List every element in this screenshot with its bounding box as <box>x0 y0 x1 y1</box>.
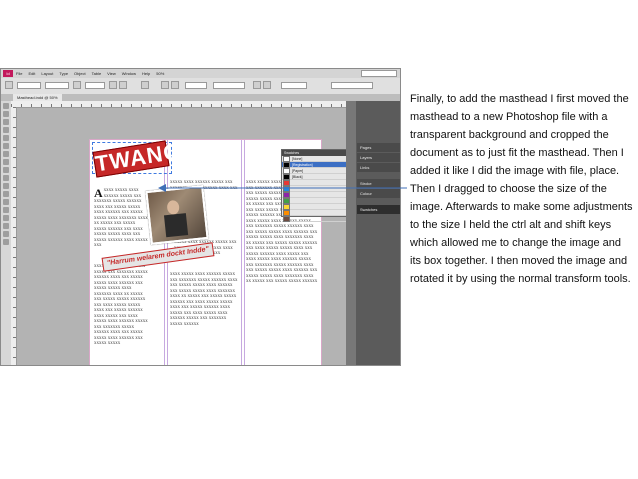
free-transform-tool-icon[interactable] <box>3 191 9 197</box>
flip-icon[interactable] <box>141 81 149 89</box>
person-body <box>163 213 189 238</box>
control-panel <box>1 78 400 95</box>
pencil-tool-icon[interactable] <box>3 159 9 165</box>
scale-field[interactable] <box>85 82 105 89</box>
selection-tool-icon[interactable] <box>3 103 9 109</box>
menu-object[interactable]: Object <box>74 71 86 76</box>
opacity-field[interactable] <box>281 82 307 89</box>
constrain-icon[interactable] <box>73 81 81 89</box>
stroke-weight-field[interactable] <box>185 82 207 89</box>
indesign-screenshot: Id File Edit Layout Type Object Table Vi… <box>0 68 401 366</box>
eyedropper-tool-icon[interactable] <box>3 215 9 221</box>
pull-quote[interactable]: "Harrum welarem dockt Indde" <box>101 242 215 272</box>
menu-edit[interactable]: Edit <box>28 71 35 76</box>
article-column-1-bottom[interactable]: xxxx xxxxx xxx x xxxxxx xxxxx xxx xxx xxxx… <box>94 264 148 364</box>
gap-tool-icon[interactable] <box>3 127 9 133</box>
panel-pages[interactable]: Pages <box>357 143 400 152</box>
shear-icon[interactable] <box>119 81 127 89</box>
effects-icon[interactable] <box>263 81 271 89</box>
panel-dock-strip <box>346 101 356 365</box>
menu-right <box>361 70 400 77</box>
swatch-name: [None] <box>292 156 303 161</box>
zoom-tool-icon[interactable] <box>3 231 9 237</box>
gradient-tool-icon[interactable] <box>3 199 9 205</box>
document-tabs: Masthead.indd @ 50% <box>1 94 400 101</box>
menu-help[interactable]: Help <box>142 71 150 76</box>
ref-point-icon[interactable] <box>5 81 13 89</box>
app-logo-icon: Id <box>3 70 13 77</box>
menu-table[interactable]: Table <box>92 71 102 76</box>
panel-layers[interactable]: Layers <box>357 153 400 162</box>
pen-tool-icon[interactable] <box>3 151 9 157</box>
menu-type[interactable]: Type <box>59 71 68 76</box>
article-column-1-top[interactable]: Axxxx xxxxx xxxx xxxxxx xxxxx xxx xxxxxx… <box>94 188 148 246</box>
horizontal-ruler[interactable] <box>11 101 346 108</box>
fitting-icon[interactable] <box>253 81 261 89</box>
menu-window[interactable]: Window <box>122 71 136 76</box>
line-tool-icon[interactable] <box>3 143 9 149</box>
swatch-name: [Registration] <box>292 162 313 167</box>
w-field[interactable] <box>45 82 69 89</box>
annotation-arrow <box>158 184 407 192</box>
explanation-text: Finally, to add the masthead I first mov… <box>410 93 633 285</box>
panel-swatches[interactable]: Swatches <box>357 205 400 214</box>
menu-file[interactable]: File <box>16 71 22 76</box>
swatch-name: [Black] <box>292 174 303 179</box>
arrow-head <box>158 184 166 192</box>
person-head <box>166 199 180 215</box>
rotate-icon[interactable] <box>109 81 117 89</box>
column-guide <box>241 140 242 365</box>
zoom-level[interactable]: 50% <box>156 71 164 76</box>
tab-document[interactable]: Masthead.indd @ 50% <box>13 94 62 101</box>
column-guide <box>244 140 245 365</box>
search-input[interactable] <box>361 70 397 77</box>
page-tool-icon[interactable] <box>3 119 9 125</box>
drop-cap: A <box>94 188 103 200</box>
panel-dock: Pages Layers Links Stroke Colour Swatche… <box>346 101 400 365</box>
hand-tool-icon[interactable] <box>3 223 9 229</box>
menu-bar: Id File Edit Layout Type Object Table Vi… <box>1 69 400 78</box>
object-style-field[interactable] <box>331 82 373 89</box>
swatch-chip <box>283 215 290 222</box>
rectangle-frame-tool-icon[interactable] <box>3 167 9 173</box>
type-tool-icon[interactable] <box>3 135 9 141</box>
stroke-icon[interactable] <box>171 81 179 89</box>
menu-view[interactable]: View <box>107 71 116 76</box>
swatch-name: [Paper] <box>292 168 304 173</box>
rectangle-tool-icon[interactable] <box>3 175 9 181</box>
panel-links[interactable]: Links <box>357 163 400 172</box>
scissors-tool-icon[interactable] <box>3 183 9 189</box>
menu-layout[interactable]: Layout <box>41 71 53 76</box>
article-photo[interactable] <box>145 185 209 245</box>
fill-stroke-swatch-icon[interactable] <box>3 239 9 245</box>
fill-icon[interactable] <box>161 81 169 89</box>
direct-selection-tool-icon[interactable] <box>3 111 9 117</box>
article-column-2-bottom[interactable]: xxxx xxxxx xxxx xxxxxx xxxxx xxx xxxxxxx… <box>170 272 238 364</box>
swatch-row[interactable] <box>282 215 346 222</box>
note-tool-icon[interactable] <box>3 207 9 213</box>
stroke-type-field[interactable] <box>213 82 245 89</box>
x-field[interactable] <box>17 82 41 89</box>
